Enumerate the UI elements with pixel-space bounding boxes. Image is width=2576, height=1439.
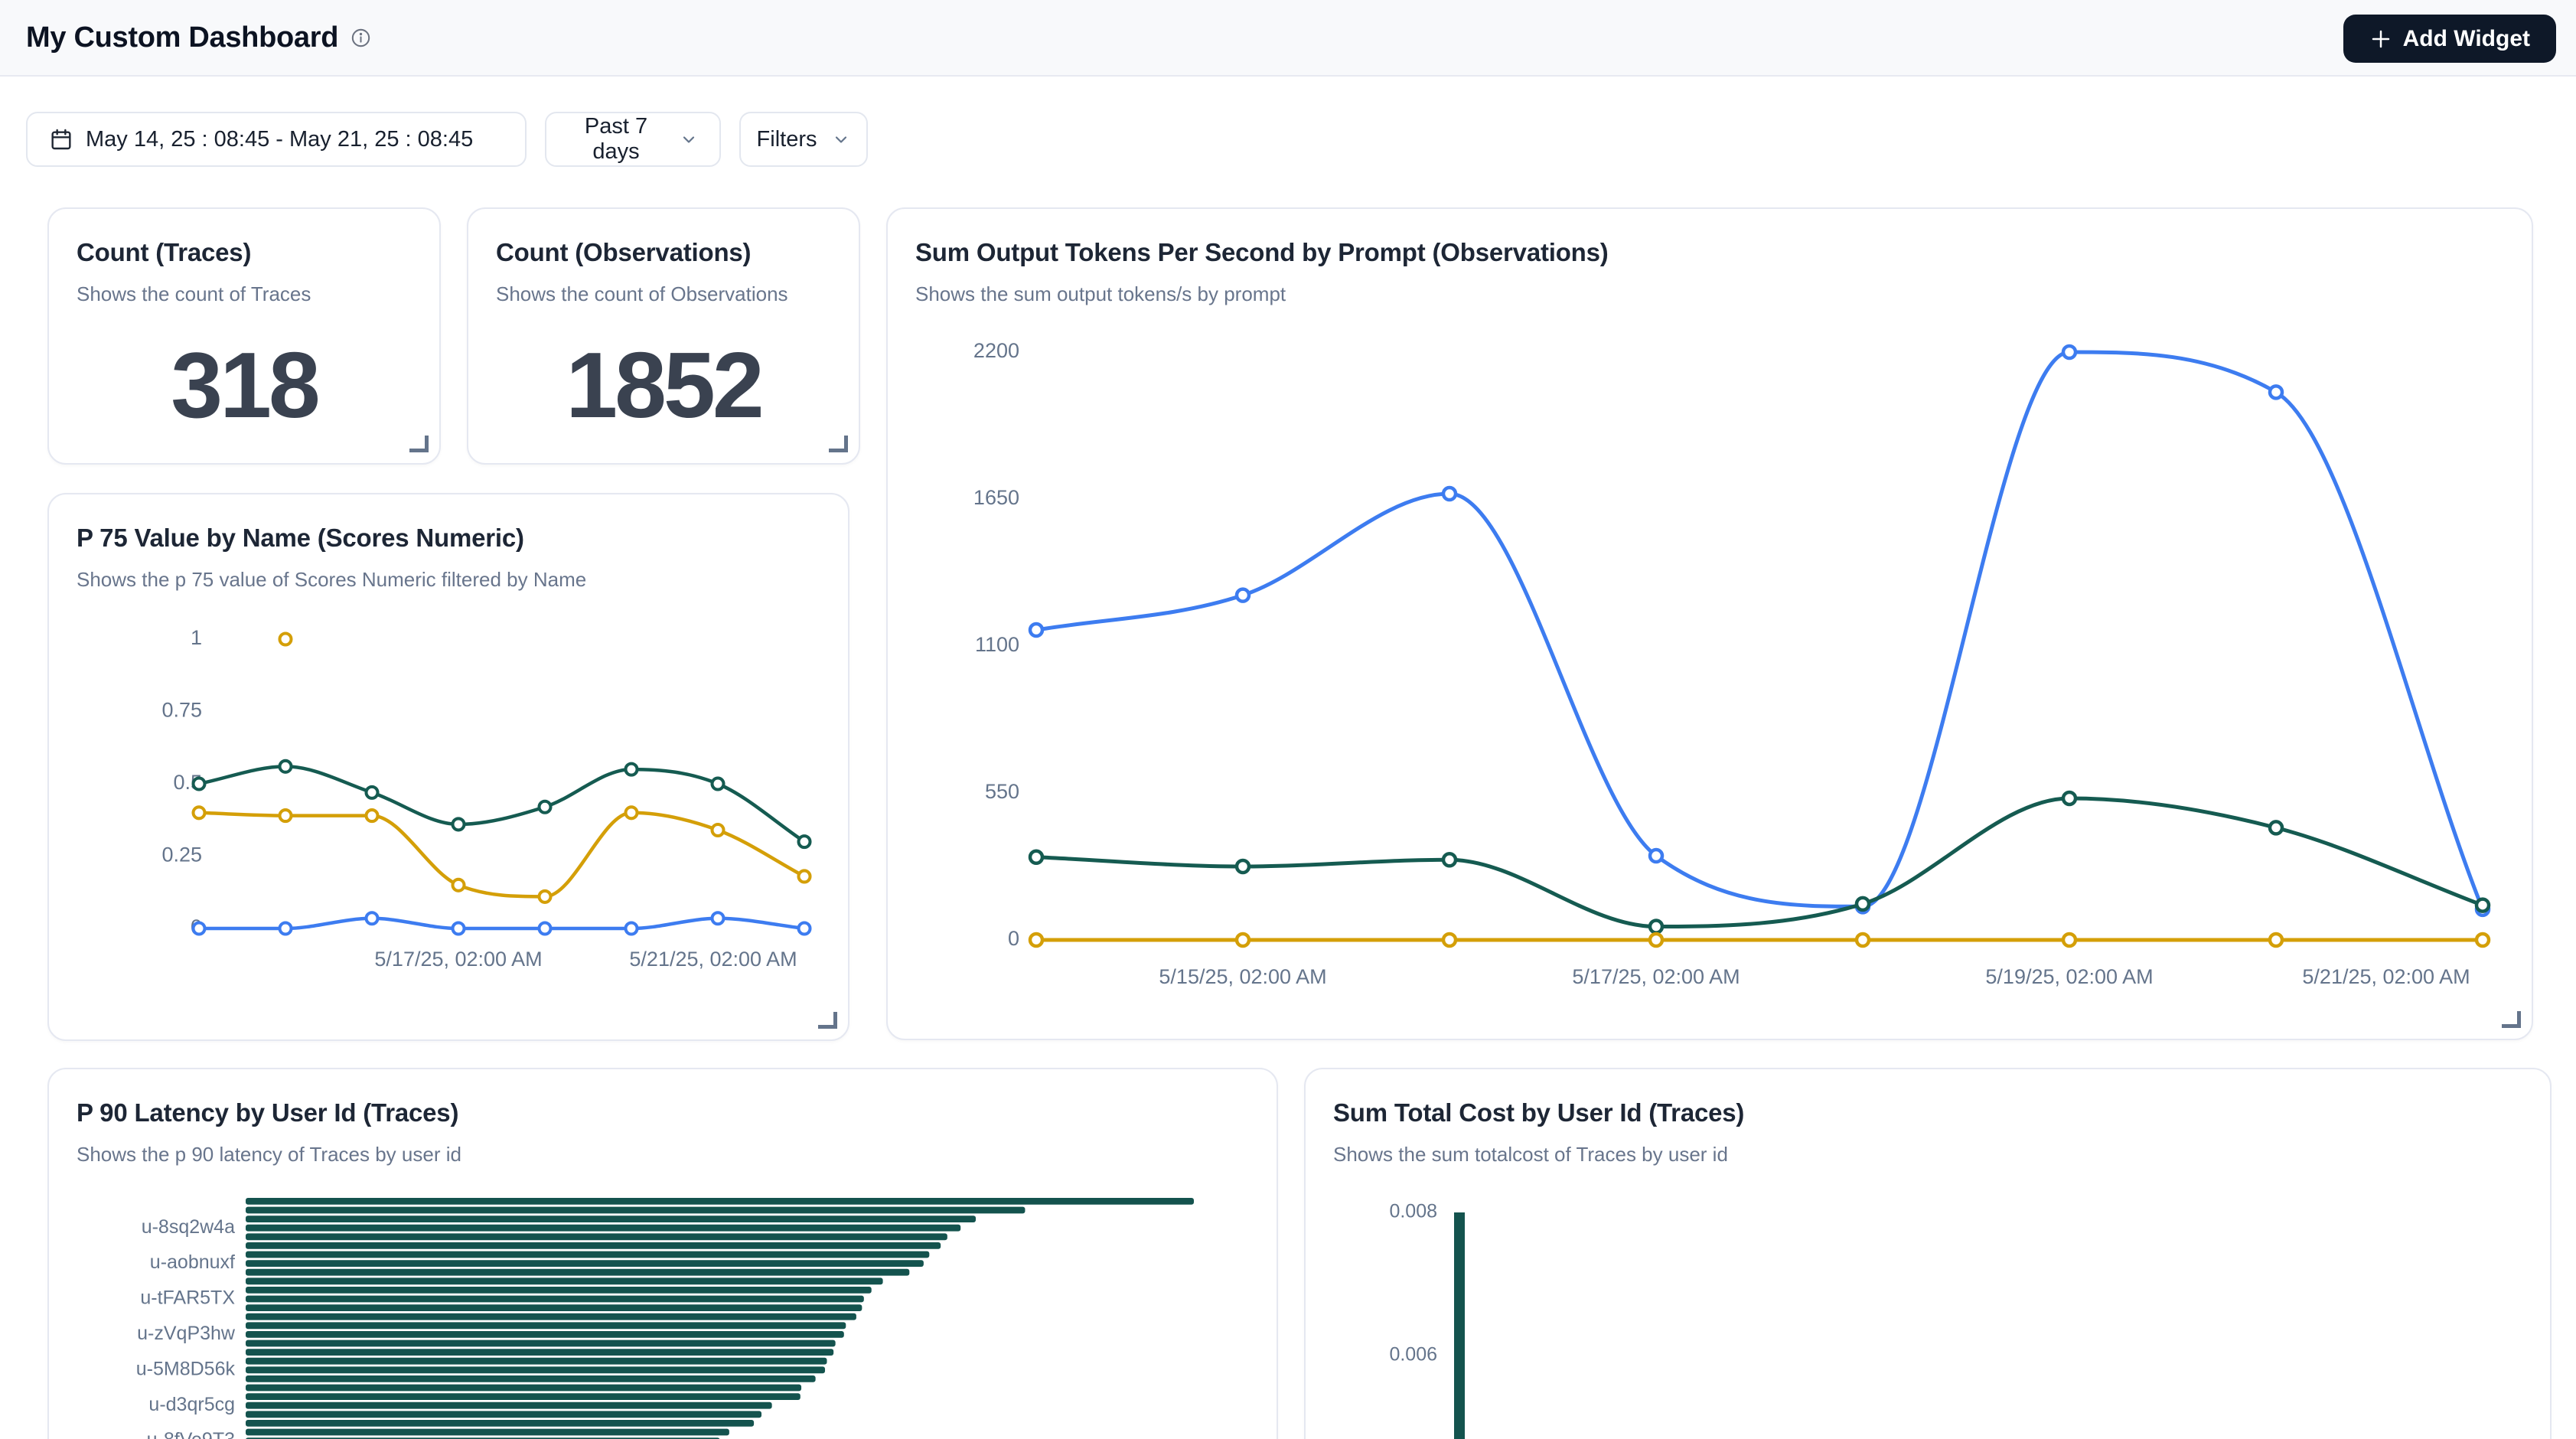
cost-bar-chart[interactable]: 0.006 0.008 [1306, 1069, 2553, 1439]
calendar-icon [49, 127, 73, 152]
filter-bar: May 14, 25 : 08:45 - May 21, 25 : 08:45 … [0, 77, 2576, 168]
filters-label: Filters [757, 127, 817, 152]
svg-text:u-zVqP3hw: u-zVqP3hw [137, 1323, 236, 1344]
svg-text:u-tFAR5TX: u-tFAR5TX [140, 1287, 235, 1309]
widget-title: Count (Observations) [468, 209, 859, 267]
add-widget-label: Add Widget [2403, 26, 2530, 52]
svg-text:5/15/25, 02:00 AM: 5/15/25, 02:00 AM [1159, 965, 1326, 988]
widget-p75-value-by-name: P 75 Value by Name (Scores Numeric) Show… [47, 493, 849, 1041]
svg-text:u-aobnuxf: u-aobnuxf [150, 1251, 235, 1273]
svg-text:0.008: 0.008 [1389, 1201, 1437, 1222]
p90-latency-bar-chart[interactable]: u-8sq2w4a u-aobnuxf u-tFAR5TX u-zVqP3hw u-5M… [49, 1069, 1280, 1439]
svg-text:0.006: 0.006 [1389, 1344, 1437, 1366]
svg-text:0.75: 0.75 [161, 699, 202, 722]
svg-text:2200: 2200 [973, 339, 1019, 362]
svg-text:550: 550 [985, 780, 1019, 803]
svg-text:5/17/25, 02:00 AM: 5/17/25, 02:00 AM [374, 948, 542, 971]
svg-text:5/17/25, 02:00 AM: 5/17/25, 02:00 AM [1572, 965, 1740, 988]
widget-sum-total-cost: Sum Total Cost by User Id (Traces) Shows… [1304, 1068, 2552, 1439]
widget-title: Count (Traces) [49, 209, 439, 267]
plus-icon [2369, 28, 2392, 51]
date-range-value: May 14, 25 : 08:45 - May 21, 25 : 08:45 [86, 127, 473, 152]
widget-subtitle: Shows the count of Observations [496, 282, 831, 306]
svg-text:u-5M8D56k: u-5M8D56k [136, 1358, 236, 1379]
chevron-down-icon [680, 130, 698, 148]
resize-corner-icon[interactable] [818, 1012, 837, 1029]
date-range-picker[interactable]: May 14, 25 : 08:45 - May 21, 25 : 08:45 [26, 112, 527, 167]
svg-text:0.25: 0.25 [161, 843, 202, 866]
page-title-row: My Custom Dashboard [26, 0, 371, 75]
resize-corner-icon[interactable] [2502, 1011, 2521, 1028]
widget-p90-latency: P 90 Latency by User Id (Traces) Shows t… [47, 1068, 1278, 1439]
count-observations-value: 1852 [468, 331, 859, 439]
widget-count-traces: Count (Traces) Shows the count of Traces… [47, 207, 441, 465]
widget-tokens-per-prompt: Sum Output Tokens Per Second by Prompt (… [886, 207, 2533, 1040]
svg-text:u-8fVe9T3: u-8fVe9T3 [147, 1429, 235, 1439]
svg-text:5/19/25, 02:00 AM: 5/19/25, 02:00 AM [1985, 965, 2153, 988]
info-icon[interactable] [351, 28, 371, 48]
tokens-line-chart[interactable]: 0 550 1100 1650 2200 5/15/25, 02:00 AM 5/17/25… [888, 209, 2535, 1042]
svg-text:u-d3qr5cg: u-d3qr5cg [148, 1394, 235, 1415]
resize-corner-icon[interactable] [409, 436, 429, 452]
svg-text:1: 1 [191, 626, 202, 649]
widget-subtitle: Shows the count of Traces [77, 282, 412, 306]
page-title: My Custom Dashboard [26, 21, 338, 54]
filters-dropdown[interactable]: Filters [739, 112, 868, 167]
count-traces-value: 318 [49, 331, 439, 439]
widget-count-observations: Count (Observations) Shows the count of … [467, 207, 860, 465]
svg-text:1650: 1650 [973, 486, 1019, 509]
svg-text:1100: 1100 [975, 633, 1019, 656]
resize-corner-icon[interactable] [829, 436, 848, 452]
svg-text:5/21/25, 02:00 AM: 5/21/25, 02:00 AM [629, 948, 797, 971]
svg-text:u-8sq2w4a: u-8sq2w4a [142, 1216, 235, 1238]
svg-text:0: 0 [1008, 927, 1019, 950]
chevron-down-icon [832, 130, 850, 148]
svg-text:5/21/25, 02:00 AM: 5/21/25, 02:00 AM [2302, 965, 2470, 988]
add-widget-button[interactable]: Add Widget [2343, 15, 2556, 63]
time-preset-dropdown[interactable]: Past 7 days [545, 112, 721, 167]
time-preset-value: Past 7 days [568, 114, 664, 165]
topbar: My Custom Dashboard Add Widget [0, 0, 2576, 77]
p75-line-chart[interactable]: 00.250.50.7515/17/25, 02:00 AM5/21/25, 0… [49, 494, 851, 1043]
